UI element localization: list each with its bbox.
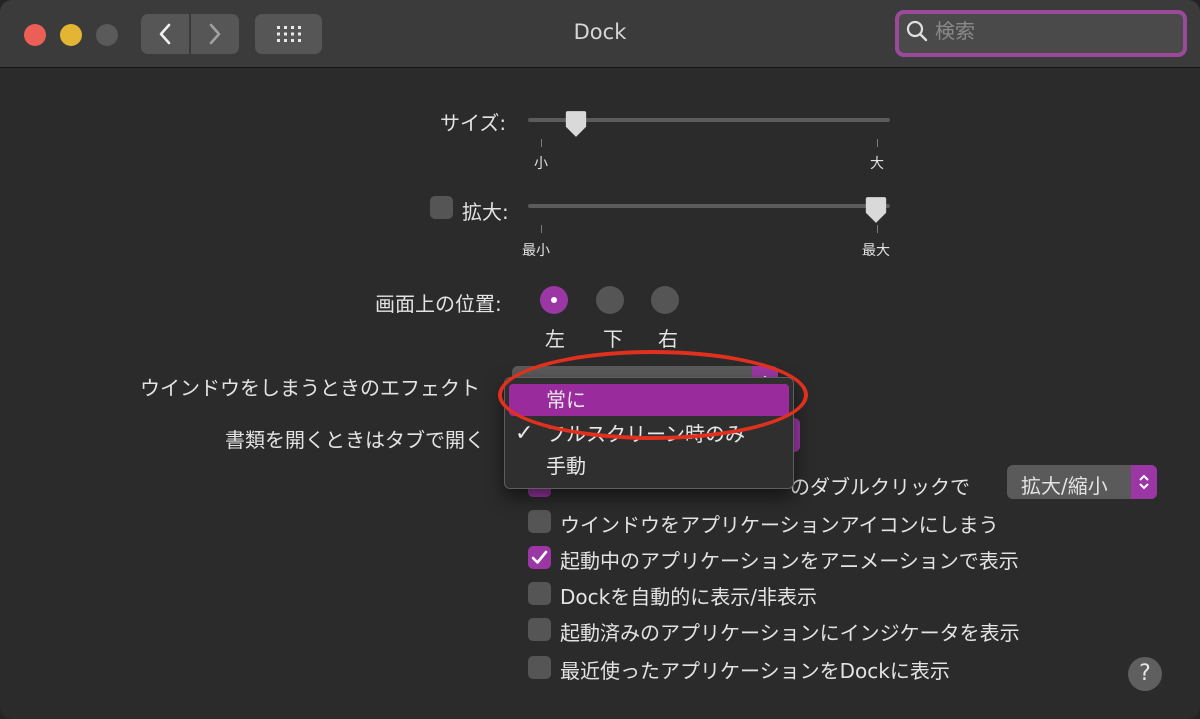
show-recent-apps-checkbox[interactable] <box>528 656 551 679</box>
position-label: 画面上の位置: <box>375 292 502 316</box>
magnification-max-label: 最大 <box>862 243 890 259</box>
magnification-slider-thumb[interactable] <box>864 196 888 224</box>
search-icon <box>906 20 928 42</box>
help-button[interactable]: ? <box>1128 657 1162 691</box>
position-option-left-label: 左 <box>545 327 565 351</box>
show-indicators-label: 起動済みのアプリケーションにインジケータを表示 <box>560 621 1020 645</box>
minimize-effect-label: ウインドウをしまうときのエフェクト <box>140 376 480 400</box>
search-input[interactable] <box>933 18 1177 44</box>
autohide-dock-checkbox[interactable] <box>528 582 551 605</box>
preferences-window: Dock サイズ: 小 大 拡大: 最小 最大 画面上の位置: 左 下 右 <box>0 0 1200 719</box>
magnification-min-label: 最小 <box>522 243 550 259</box>
search-field[interactable] <box>895 10 1187 57</box>
position-option-right-label: 右 <box>658 327 678 351</box>
position-radio-right[interactable] <box>651 286 679 314</box>
checkmark-icon <box>531 550 548 564</box>
size-label: サイズ: <box>440 111 507 135</box>
position-radio-bottom[interactable] <box>596 286 624 314</box>
autohide-dock-label: Dockを自動的に表示/非表示 <box>560 585 817 609</box>
menu-item-manual[interactable]: 手動 <box>509 450 789 482</box>
position-option-bottom-label: 下 <box>603 327 623 351</box>
minimize-into-icon-checkbox[interactable] <box>528 510 551 533</box>
double-click-popup[interactable]: 拡大/縮小 <box>1007 465 1157 499</box>
double-click-value: 拡大/縮小 <box>1021 474 1108 498</box>
size-max-label: 大 <box>870 156 884 172</box>
magnification-checkbox[interactable] <box>430 196 453 219</box>
magnification-label: 拡大: <box>462 200 509 224</box>
animate-opening-checkbox[interactable] <box>528 546 551 569</box>
double-click-label: のダブルクリックで <box>790 475 970 499</box>
tabs-open-label: 書類を開くときはタブで開く <box>225 428 485 452</box>
animate-opening-label: 起動中のアプリケーションをアニメーションで表示 <box>560 549 1019 573</box>
show-indicators-checkbox[interactable] <box>528 618 551 641</box>
position-radio-left[interactable] <box>540 286 568 314</box>
size-min-label: 小 <box>534 156 548 172</box>
show-recent-apps-label: 最近使ったアプリケーションをDockに表示 <box>560 659 950 683</box>
size-slider-thumb[interactable] <box>564 110 588 138</box>
annotation-ellipse <box>498 350 808 440</box>
minimize-into-icon-label: ウインドウをアプリケーションアイコンにしまう <box>560 513 999 537</box>
magnification-slider-track[interactable] <box>528 204 890 208</box>
title-bar: Dock <box>0 0 1200 68</box>
popup-stepper-icon <box>1131 465 1157 499</box>
